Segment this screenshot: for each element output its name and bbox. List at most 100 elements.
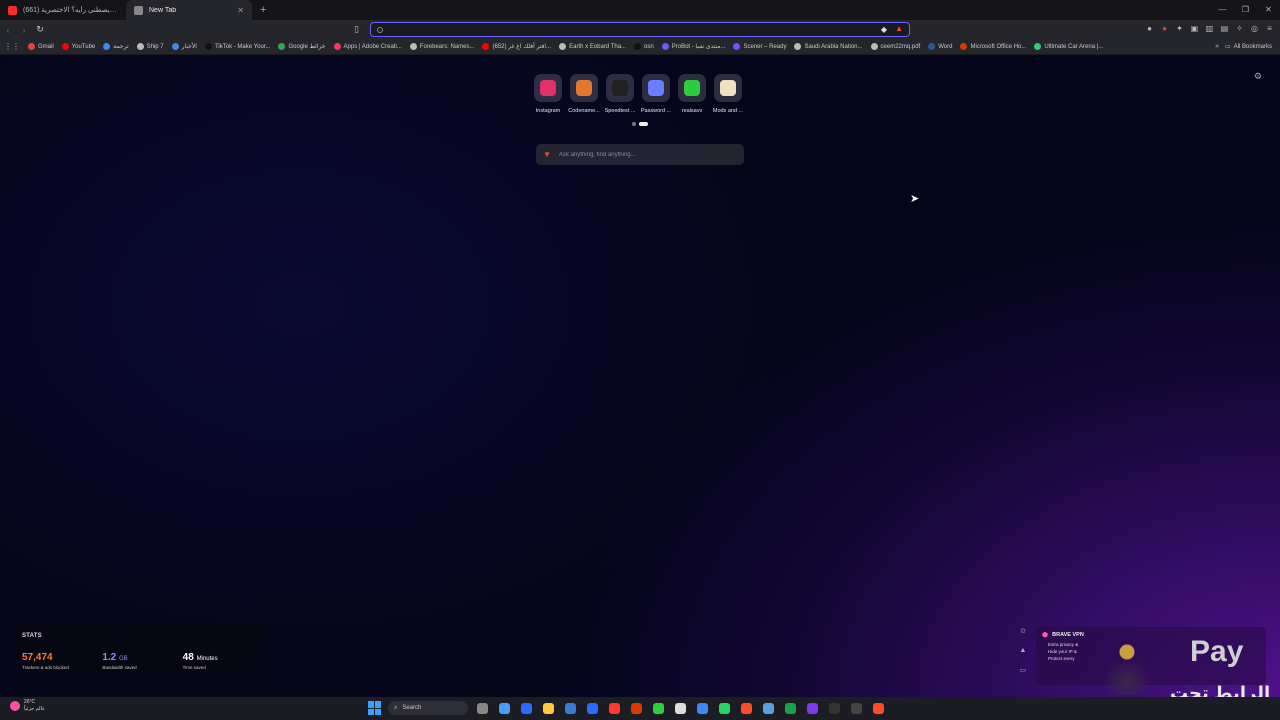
sidebar-icon[interactable]: ▥: [1205, 24, 1214, 33]
bookmark-label: ترجمة: [113, 44, 129, 50]
bookmark-item[interactable]: TikTok - Make Your...: [201, 43, 274, 50]
taskbar-app-icon[interactable]: [694, 700, 710, 716]
all-bookmarks-button[interactable]: ▭ All Bookmarks: [1224, 43, 1280, 51]
widget-rail: ⊙ ▲ ▭: [1012, 625, 1034, 683]
stat-value-line: 48 Minutes: [183, 652, 263, 663]
restore-icon[interactable]: ❐: [1234, 0, 1257, 20]
address-bar[interactable]: ◆ ▲: [370, 22, 910, 37]
folder-icon: ▭: [1224, 44, 1231, 50]
taskbar-app-icon[interactable]: [716, 700, 732, 716]
shield-extension-icon[interactable]: ●: [1145, 24, 1154, 33]
taskbar-app-icon[interactable]: [628, 700, 644, 716]
taskbar-app-icon[interactable]: [518, 700, 534, 716]
rewards-widget-icon[interactable]: ▲: [1020, 647, 1027, 654]
tab-youtube[interactable]: (661) كيف أسود يصطني رأيه؟ الاختصرية: [0, 0, 126, 20]
apps-grid-icon[interactable]: ⋮⋮: [4, 42, 20, 51]
search-box[interactable]: ▼: [536, 144, 744, 165]
vpn-title: BRAVE VPN: [1052, 632, 1084, 638]
bookmark-item[interactable]: Ship 7: [133, 43, 168, 50]
bookmark-label: TikTok - Make Your...: [214, 43, 271, 50]
stat-item: 1.2 GB Bandwidth saved: [102, 652, 182, 670]
taskbar-app-icon[interactable]: [826, 700, 842, 716]
taskbar-app-icon[interactable]: [738, 700, 754, 716]
bookmark-item[interactable]: Earth x Eobard Tha...: [555, 43, 630, 50]
customize-gear-icon[interactable]: ⚙: [1254, 71, 1262, 82]
new-tab-button[interactable]: +: [252, 4, 274, 16]
top-site-tile[interactable]: Speedtest ...: [604, 74, 636, 114]
taskbar-app-icon[interactable]: [650, 700, 666, 716]
bookmark-item[interactable]: (652) افتر أفلك اغ غر...: [478, 43, 555, 50]
forward-icon[interactable]: ›: [16, 25, 32, 35]
bookmark-item[interactable]: Scener – Ready: [729, 43, 790, 50]
taskbar-app-icon[interactable]: [606, 700, 622, 716]
extensions-area: ● ● ✦ ▣ ▥ ▤ ✧ ◎ ≡: [1145, 24, 1274, 33]
taskbar-app-icon[interactable]: [562, 700, 578, 716]
taskbar-app-icon[interactable]: [474, 700, 490, 716]
site-logo-icon: [648, 80, 664, 96]
download-icon[interactable]: ▣: [1190, 24, 1199, 33]
bookmark-item[interactable]: Apps | Adobe Creati...: [330, 43, 406, 50]
bookmark-item[interactable]: ProBot - منتدى شبا...: [658, 43, 730, 50]
taskbar-app-icon[interactable]: [804, 700, 820, 716]
bookmark-item[interactable]: Microsoft Office Ho...: [956, 43, 1030, 50]
bookmark-item[interactable]: ترجمة: [99, 43, 132, 50]
bookmark-favicon-icon: [482, 43, 490, 50]
bookmark-item[interactable]: Ultimate Car Arena |...: [1030, 43, 1107, 50]
bookmark-page-icon[interactable]: ▯: [354, 24, 359, 35]
page-dot[interactable]: [632, 122, 636, 126]
wallet-icon[interactable]: ▤: [1220, 24, 1229, 33]
taskbar-app-icon[interactable]: [848, 700, 864, 716]
top-site-tile[interactable]: Codename...: [568, 74, 600, 114]
bookmark-label: Saudi Arabia Nation...: [804, 43, 863, 50]
close-window-icon[interactable]: ✕: [1257, 0, 1280, 20]
bookmark-item[interactable]: Forebears: Names...: [406, 43, 479, 50]
brave-rewards-icon[interactable]: ▲: [895, 24, 903, 33]
bookmark-label: Scener – Ready: [743, 43, 787, 50]
bookmark-item[interactable]: osn: [630, 43, 658, 50]
windows-start-icon[interactable]: [368, 701, 382, 715]
taskbar-app-icon[interactable]: [760, 700, 776, 716]
stat-label: Trackers & ads blocked: [22, 665, 69, 670]
close-tab-icon[interactable]: ✕: [237, 6, 244, 15]
vpn-icon[interactable]: ◎: [1250, 24, 1259, 33]
taskbar-app-icon[interactable]: [496, 700, 512, 716]
top-site-tile[interactable]: realsavv: [678, 74, 706, 114]
bookmark-item[interactable]: Google خرائط: [274, 43, 329, 50]
top-site-tile[interactable]: Instagram: [534, 74, 562, 114]
address-input[interactable]: [388, 26, 903, 33]
bookmark-item[interactable]: Word: [924, 43, 956, 50]
top-site-tile[interactable]: Password ...: [641, 74, 671, 114]
reload-icon[interactable]: ↻: [32, 24, 48, 35]
taskbar-app-icon[interactable]: [540, 700, 556, 716]
minimize-icon[interactable]: —: [1211, 0, 1234, 20]
red-extension-icon[interactable]: ●: [1160, 24, 1169, 33]
bookmark-item[interactable]: الأخبار: [168, 43, 201, 50]
bookmark-item[interactable]: ceem22mq.pdf: [867, 43, 925, 50]
top-site-tile[interactable]: Mods and ...: [713, 74, 743, 114]
taskbar-app-icon[interactable]: [782, 700, 798, 716]
taskbar-app-icon[interactable]: [870, 700, 886, 716]
stat-value: 1.2: [102, 652, 117, 663]
bookmark-label: الأخبار: [181, 44, 197, 50]
taskbar-search[interactable]: ⌕ Search: [388, 701, 468, 715]
vpn-widget-icon[interactable]: ⊙: [1020, 627, 1026, 635]
cards-widget-icon[interactable]: ▭: [1020, 666, 1027, 674]
page-dot-active[interactable]: [639, 122, 648, 126]
more-bookmarks-icon[interactable]: »: [1209, 43, 1225, 50]
bookmark-item[interactable]: YouTube: [58, 43, 100, 50]
brave-shields-icon[interactable]: ◆: [881, 25, 887, 34]
tab-title: New Tab: [149, 6, 177, 14]
taskbar-search-label: Search: [402, 705, 422, 711]
bookmark-item[interactable]: Gmail: [24, 43, 58, 50]
taskbar-app-icon[interactable]: [584, 700, 600, 716]
leo-icon[interactable]: ✧: [1235, 24, 1244, 33]
bookmark-item[interactable]: Saudi Arabia Nation...: [790, 43, 866, 50]
weather-widget[interactable]: 26°C غالم جزئياً: [10, 699, 45, 713]
puzzle-extension-icon[interactable]: ✦: [1175, 24, 1184, 33]
back-icon[interactable]: ‹: [0, 25, 16, 35]
taskbar-app-icon[interactable]: [672, 700, 688, 716]
search-input[interactable]: [558, 151, 737, 158]
top-site-label: Speedtest ...: [604, 108, 636, 114]
menu-icon[interactable]: ≡: [1265, 24, 1274, 33]
tab-new-tab[interactable]: New Tab ✕: [126, 0, 252, 20]
